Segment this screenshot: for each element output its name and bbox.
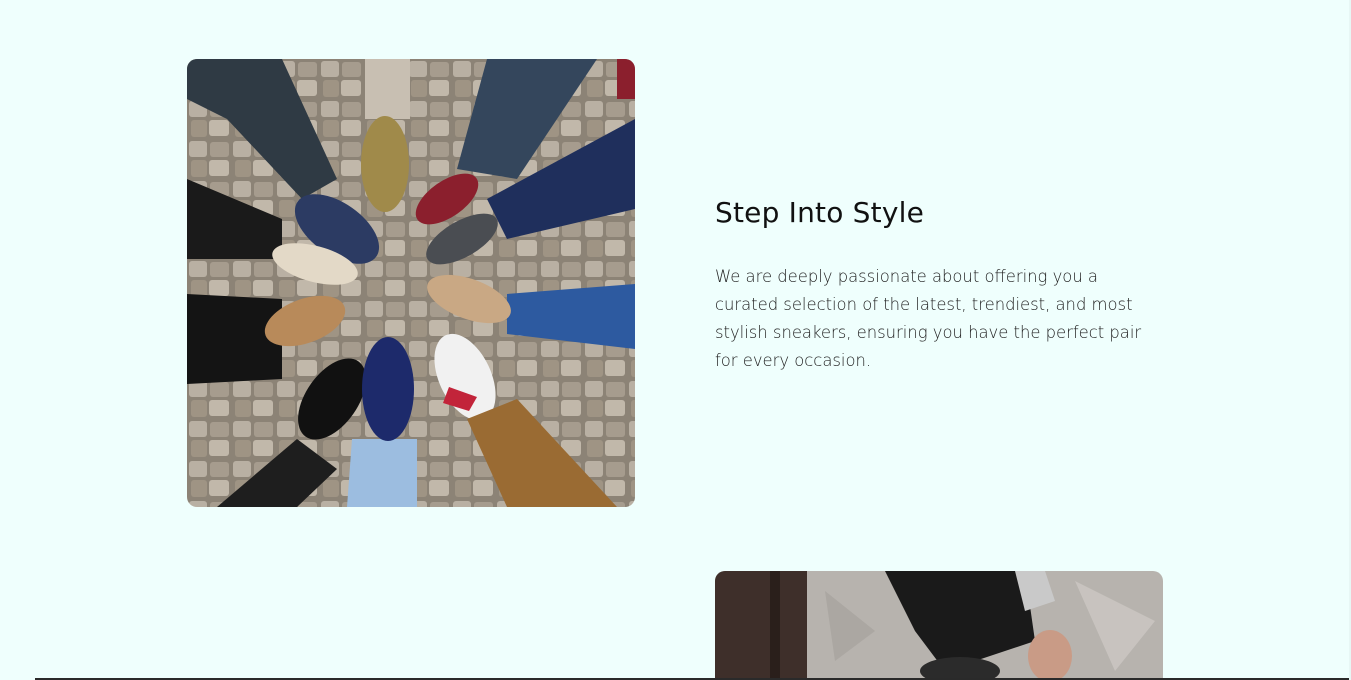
feature-title: Step Into Style [715,196,924,229]
feature-description: We are deeply passionate about offering … [715,267,1142,370]
feature-text-block: Step Into Style We are deeply passionate… [715,196,1165,375]
sneakers-floor-image [715,571,1163,680]
sneakers-circle-image [187,59,635,507]
page: Step Into Style We are deeply passionate… [0,0,1351,680]
